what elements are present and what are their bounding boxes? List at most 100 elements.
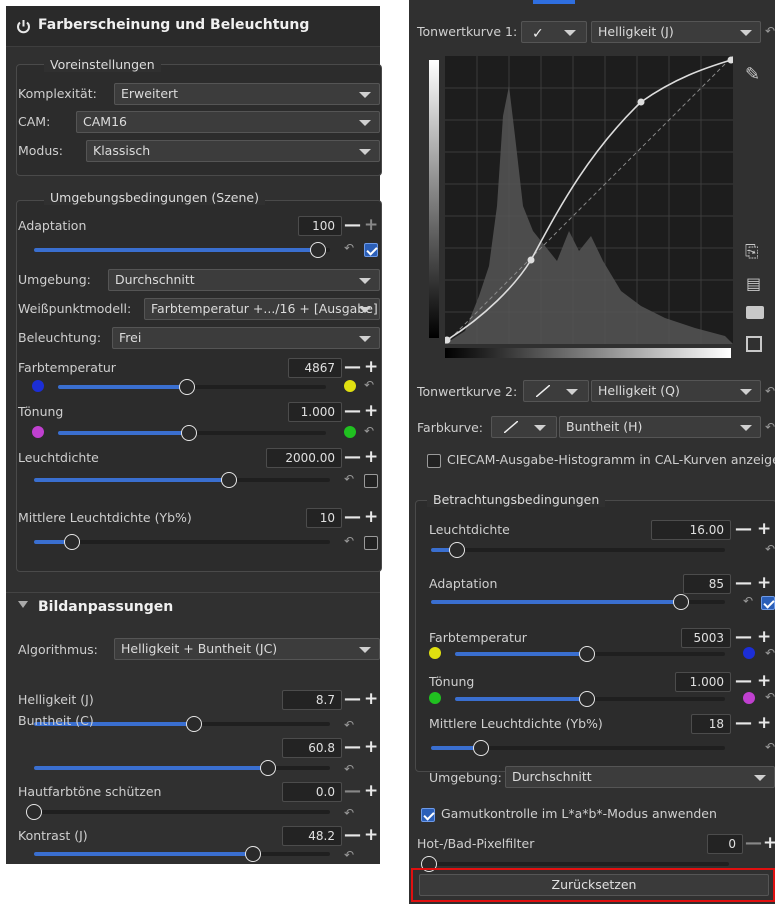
plus-icon[interactable]: + xyxy=(364,447,378,467)
undo-icon[interactable]: ↶ xyxy=(344,534,354,548)
viewing-adaptation-slider[interactable] xyxy=(431,594,725,610)
slider-knob[interactable] xyxy=(26,804,42,820)
mode-select[interactable]: Klassisch xyxy=(86,140,380,162)
minus-icon[interactable]: — xyxy=(344,215,361,235)
tint-slider[interactable] xyxy=(58,425,326,441)
skin-protect-slider[interactable] xyxy=(26,804,330,820)
minus-icon[interactable]: — xyxy=(735,519,752,539)
curve2-type-select[interactable] xyxy=(523,380,589,402)
minus-icon[interactable]: — xyxy=(344,507,361,527)
plus-icon[interactable]: + xyxy=(757,627,771,647)
yb-value[interactable]: 10 xyxy=(306,508,342,528)
curve1-channel-select[interactable]: Helligkeit (J) xyxy=(591,21,761,43)
undo-icon[interactable]: ↶ xyxy=(344,848,354,862)
viewing-yb-value[interactable]: 18 xyxy=(691,714,731,734)
temperature-slider[interactable] xyxy=(58,379,326,395)
slider-knob[interactable] xyxy=(178,379,195,395)
undo-icon[interactable]: ↶ xyxy=(765,24,775,38)
color-curve-type-select[interactable] xyxy=(491,416,557,438)
curve2-channel-select[interactable]: Helligkeit (Q) xyxy=(591,380,761,402)
curve-editor[interactable] xyxy=(429,56,733,362)
plus-icon[interactable]: + xyxy=(757,573,771,593)
viewing-yb-slider[interactable] xyxy=(431,740,725,756)
luminance-slider[interactable] xyxy=(34,472,330,488)
viewing-luminance-value[interactable]: 16.00 xyxy=(651,520,731,540)
slider-knob[interactable] xyxy=(472,740,489,756)
illuminant-select[interactable]: Frei xyxy=(112,327,380,349)
undo-icon[interactable]: ↶ xyxy=(743,594,753,608)
adaptation-value[interactable]: 100 xyxy=(298,216,342,236)
undo-icon[interactable]: ↶ xyxy=(765,384,775,398)
plus-icon[interactable]: + xyxy=(364,781,378,801)
save-icon[interactable] xyxy=(746,336,762,352)
image-adjust-header[interactable]: Bildanpassungen xyxy=(6,592,380,623)
plus-icon[interactable]: + xyxy=(364,689,378,709)
hotbad-slider[interactable] xyxy=(421,856,729,872)
viewing-surround-select[interactable]: Durchschnitt xyxy=(505,766,775,788)
chroma-slider[interactable] xyxy=(34,760,330,776)
undo-icon[interactable]: ↶ xyxy=(344,762,354,776)
adaptation-auto-checkbox[interactable] xyxy=(364,243,378,257)
curve1-type-select[interactable]: ✓ xyxy=(521,21,587,43)
undo-icon[interactable]: ↶ xyxy=(364,424,374,438)
viewing-adaptation-value[interactable]: 85 xyxy=(683,574,731,594)
undo-icon[interactable]: ↶ xyxy=(765,690,775,704)
undo-icon[interactable]: ↶ xyxy=(765,542,775,556)
slider-knob[interactable] xyxy=(672,594,689,610)
minus-icon[interactable]: — xyxy=(745,833,762,853)
minus-icon[interactable]: — xyxy=(344,401,361,421)
luminance-auto-checkbox[interactable] xyxy=(364,474,378,488)
undo-icon[interactable]: ↶ xyxy=(344,806,354,820)
contrast-slider[interactable] xyxy=(34,846,330,862)
cam-select[interactable]: CAM16 xyxy=(76,111,380,133)
minus-icon[interactable]: — xyxy=(344,781,361,801)
plus-icon[interactable]: + xyxy=(364,507,378,527)
yb-slider[interactable] xyxy=(34,534,330,550)
edit-curve-icon[interactable]: ✎ xyxy=(745,64,760,85)
minus-icon[interactable]: — xyxy=(735,671,752,691)
minus-icon[interactable]: — xyxy=(344,737,361,757)
plus-icon[interactable]: + xyxy=(364,215,378,235)
expander-icon[interactable] xyxy=(18,601,28,608)
power-icon[interactable] xyxy=(16,19,31,34)
undo-icon[interactable]: ↶ xyxy=(344,472,354,486)
adaptation-slider[interactable] xyxy=(34,242,330,258)
hotbad-value[interactable]: 0 xyxy=(707,834,743,854)
undo-icon[interactable]: ↶ xyxy=(765,420,775,434)
open-folder-icon[interactable] xyxy=(746,306,764,319)
viewing-adaptation-auto-checkbox[interactable] xyxy=(761,596,775,610)
undo-icon[interactable]: ↶ xyxy=(344,241,354,255)
copy-icon[interactable]: ⎘ xyxy=(745,242,759,262)
tint-value[interactable]: 1.000 xyxy=(288,402,342,422)
plus-icon[interactable]: + xyxy=(763,833,775,853)
undo-icon[interactable]: ↶ xyxy=(344,718,354,732)
plus-icon[interactable]: + xyxy=(757,671,771,691)
plus-icon[interactable]: + xyxy=(364,825,378,845)
slider-knob[interactable] xyxy=(185,716,202,732)
minus-icon[interactable]: — xyxy=(344,357,361,377)
minus-icon[interactable]: — xyxy=(344,447,361,467)
temperature-value[interactable]: 4867 xyxy=(288,358,342,378)
surround-select[interactable]: Durchschnitt xyxy=(108,269,380,291)
complexity-select[interactable]: Erweitert xyxy=(114,83,380,105)
skin-protect-value[interactable]: 0.0 xyxy=(282,782,342,802)
minus-icon[interactable]: — xyxy=(735,627,752,647)
viewing-tint-value[interactable]: 1.000 xyxy=(675,672,731,692)
undo-icon[interactable]: ↶ xyxy=(364,378,374,392)
minus-icon[interactable]: — xyxy=(735,573,752,593)
plus-icon[interactable]: + xyxy=(757,713,771,733)
plus-icon[interactable]: + xyxy=(364,357,378,377)
viewing-temperature-slider[interactable] xyxy=(455,646,725,662)
viewing-temperature-value[interactable]: 5003 xyxy=(681,628,731,648)
lightness-value[interactable]: 8.7 xyxy=(282,690,342,710)
yb-auto-checkbox[interactable] xyxy=(364,536,378,550)
minus-icon[interactable]: — xyxy=(344,689,361,709)
minus-icon[interactable]: — xyxy=(735,713,752,733)
luminance-value[interactable]: 2000.00 xyxy=(266,448,342,468)
chroma-value[interactable]: 60.8 xyxy=(282,738,342,758)
undo-icon[interactable]: ↶ xyxy=(765,646,775,660)
paste-icon[interactable]: ▤ xyxy=(746,274,761,293)
viewing-luminance-slider[interactable] xyxy=(431,542,725,558)
plus-icon[interactable]: + xyxy=(364,401,378,421)
slider-knob[interactable] xyxy=(245,846,262,862)
